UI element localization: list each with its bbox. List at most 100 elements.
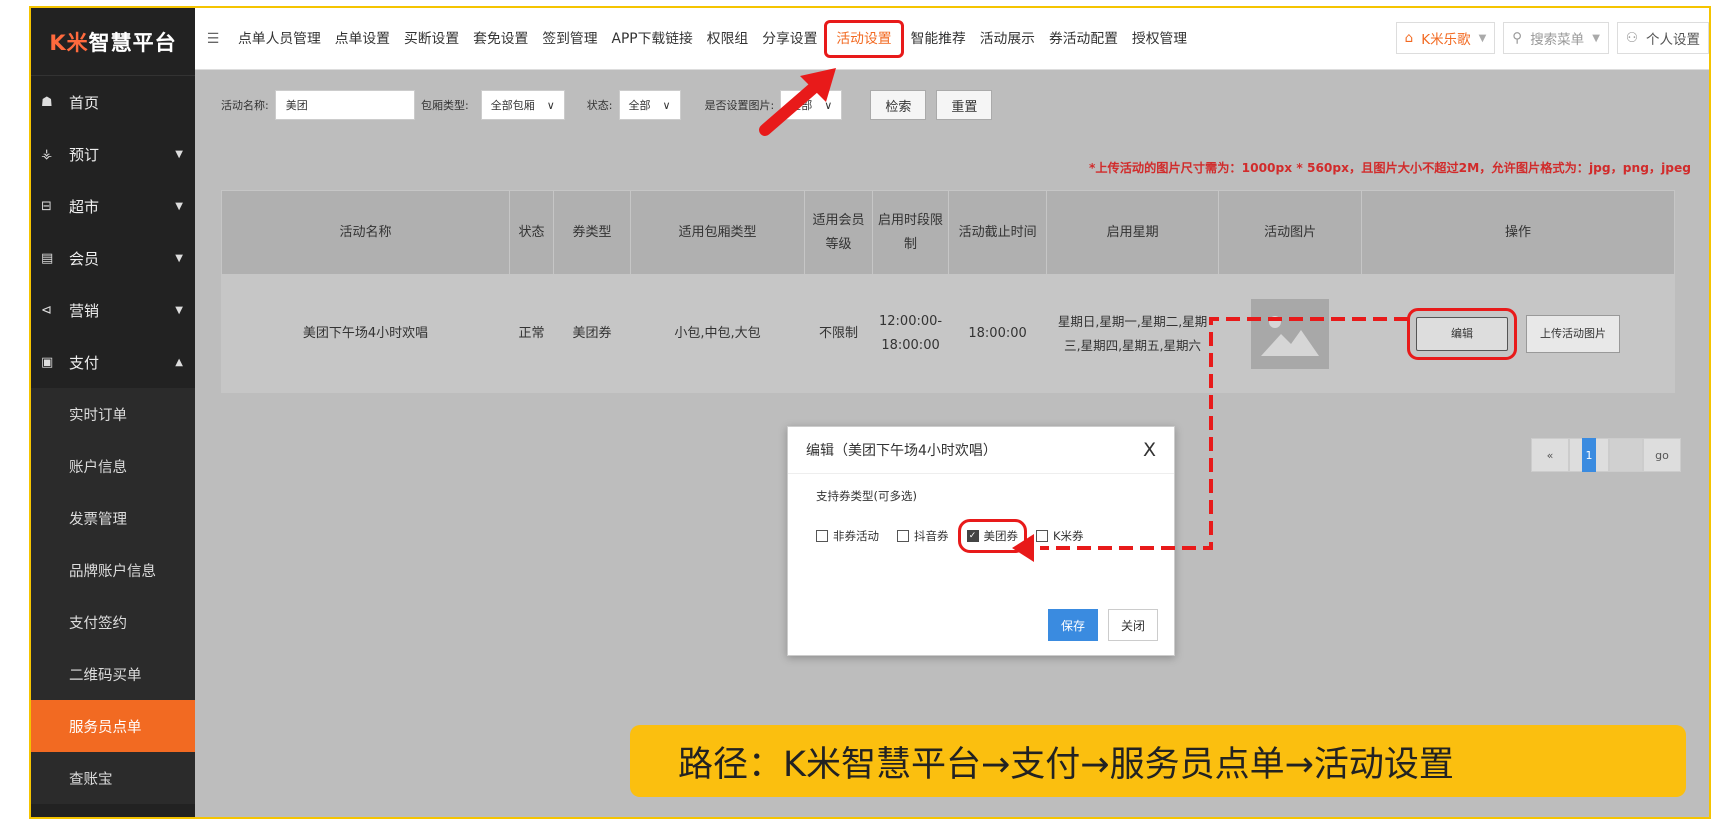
search-button[interactable]: 检索	[870, 90, 927, 120]
checkbox[interactable]	[1036, 530, 1048, 542]
save-button[interactable]: 保存	[1047, 609, 1098, 641]
tab-item[interactable]: 套免设置	[466, 24, 535, 54]
sidebar-subitem[interactable]: 账户信息	[31, 440, 195, 492]
image-set-select[interactable]: 全部 ∨	[780, 90, 843, 120]
basket-icon: ⊟	[41, 198, 52, 214]
tab-item[interactable]: 活动展示	[973, 24, 1042, 54]
menu-search[interactable]: ⚲ 搜索菜单 ▼	[1503, 22, 1609, 54]
table-header-row: 活动名称 状态 券类型 适用包厢类型 适用会员等级 启用时段限制 活动截止时间 启用星期 活动图…	[221, 190, 1675, 275]
cell-period-limit: 12:00:00-18:00:00	[871, 274, 950, 393]
dialog-header: 编辑（美团下午场4小时欢唱） X	[788, 427, 1174, 474]
menu-toggle-icon[interactable]: ☰	[195, 31, 231, 47]
chevron-down-icon: ∨	[824, 98, 833, 112]
dialog-title: 编辑（美团下午场4小时欢唱）	[806, 443, 997, 459]
tab-item[interactable]: 买断设置	[397, 24, 466, 54]
column-header: 操作	[1361, 190, 1675, 275]
top-right-controls: ⌂ K米乐歌 ▼ ⚲ 搜索菜单 ▼ ⚇ 个人设置	[1395, 22, 1709, 54]
page-1-button[interactable]: 1	[1582, 438, 1596, 472]
cell-deadline: 18:00:00	[948, 274, 1048, 393]
page-root: K米 智慧平台 ☗ 首页 ⚶ 预订 ▼ ⊟ 超市 ▼ ▤ 会员 ▼ ⊲ 营销 ▼ ▣ 支付 ▲ 实时订单 账户信息发…	[0, 0, 1730, 830]
coupon-type-section-label: 支持券类型(可多选)	[816, 489, 917, 503]
tab-item[interactable]: 活动设置	[824, 19, 904, 58]
checkbox[interactable]	[816, 530, 828, 542]
tab-item[interactable]: 分享设置	[755, 24, 824, 54]
go-button[interactable]: go	[1643, 438, 1681, 472]
close-button[interactable]: 关闭	[1107, 609, 1158, 641]
tab-item[interactable]: APP下载链接	[605, 24, 700, 54]
sidebar-item-3[interactable]: ▤ 会员 ▼	[31, 232, 195, 284]
chevron-down-icon: ▼	[1478, 32, 1487, 44]
column-header: 状态	[509, 190, 554, 275]
sidebar: K米 智慧平台 ☗ 首页 ⚶ 预订 ▼ ⊟ 超市 ▼ ▤ 会员 ▼ ⊲ 营销 ▼ ▣ 支付 ▲ 实时订单 账户信息发…	[31, 8, 195, 817]
edit-dialog: 编辑（美团下午场4小时欢唱） X 支持券类型(可多选) 非券活动 抖音券 ✓ 美团券 K…	[787, 426, 1175, 656]
column-header: 活动截止时间	[948, 190, 1048, 275]
megaphone-icon: ⊲	[41, 302, 52, 318]
room-type-select[interactable]: 全部包厢 ∨	[480, 90, 565, 120]
path-banner: 路径：K米智慧平台→支付→服务员点单→活动设置	[630, 725, 1686, 797]
prev-page-button[interactable]: «	[1531, 438, 1569, 472]
sidebar-subitem[interactable]: 实时订单	[31, 388, 195, 440]
column-header: 启用星期	[1046, 190, 1220, 275]
coupon-type-option[interactable]: 抖音券	[897, 528, 949, 544]
cell-activity-image	[1218, 274, 1363, 393]
sidebar-subitem[interactable]: 发票管理	[31, 492, 195, 544]
option-label: 美团券	[983, 529, 1019, 543]
cell-room-types: 小包,中包,大包	[630, 274, 805, 393]
sidebar-subitem[interactable]: 品牌账户信息	[31, 544, 195, 596]
top-tabs: 点单人员管理 点单设置 买断设置 套免设置 签到管理 APP下载链接 权限组 分享设置 活动设置…	[231, 19, 1194, 58]
sidebar-subitem[interactable]: 二维码买单	[31, 648, 195, 700]
reservation-icon: ⚶	[41, 146, 53, 162]
column-header: 启用时段限制	[871, 190, 950, 275]
personal-settings-button[interactable]: ⚇ 个人设置	[1616, 22, 1709, 54]
tab-item[interactable]: 权限组	[700, 24, 755, 54]
option-label: 非券活动	[833, 529, 879, 543]
tab-item[interactable]: 点单设置	[328, 24, 397, 54]
tab-item[interactable]: 券活动配置	[1042, 24, 1125, 54]
sidebar-item-label: 会员	[69, 249, 100, 268]
table-row: 美团下午场4小时欢唱 正常 美团券 小包,中包,大包 不限制 12:00:00-…	[221, 274, 1675, 393]
sidebar-item-0[interactable]: ☗ 首页	[31, 76, 195, 128]
sidebar-item-4[interactable]: ⊲ 营销 ▼	[31, 284, 195, 336]
search-icon: ⚲	[1512, 30, 1523, 46]
upload-notice: *上传活动的图片尺寸需为：1000px * 560px，且图片大小不超过2M，允…	[1088, 161, 1691, 175]
status-select[interactable]: 全部 ∨	[618, 90, 681, 120]
store-selector[interactable]: ⌂ K米乐歌 ▼	[1395, 22, 1496, 54]
logo: K米 智慧平台	[31, 8, 195, 76]
option-label: 抖音券	[914, 529, 949, 543]
coupon-type-option[interactable]: K米券	[1036, 528, 1084, 544]
room-type-label: 包厢类型:	[421, 99, 469, 112]
coupon-type-options: 非券活动 抖音券 ✓ 美团券 K米券	[816, 519, 1146, 553]
tab-item[interactable]: 点单人员管理	[231, 24, 328, 54]
home-icon: ⌂	[1404, 30, 1414, 46]
cell-actions: 编辑 上传活动图片	[1361, 274, 1675, 393]
sidebar-nav: ☗ 首页 ⚶ 预订 ▼ ⊟ 超市 ▼ ▤ 会员 ▼ ⊲ 营销 ▼ ▣ 支付 ▲	[31, 76, 195, 388]
cell-activity-name: 美团下午场4小时欢唱	[221, 274, 510, 393]
tab-item[interactable]: 智能推荐	[904, 24, 973, 54]
dialog-footer: 保存 关闭	[1047, 609, 1158, 641]
close-icon[interactable]: X	[1143, 439, 1156, 461]
checkbox[interactable]: ✓	[966, 530, 979, 542]
sidebar-subitem[interactable]: 服务员点单	[31, 700, 195, 752]
reset-button[interactable]: 重置	[936, 90, 993, 120]
sidebar-item-1[interactable]: ⚶ 预订 ▼	[31, 128, 195, 180]
tab-item[interactable]: 签到管理	[535, 24, 604, 54]
column-header: 券类型	[553, 190, 631, 275]
column-header: 活动图片	[1218, 190, 1363, 275]
edit-button[interactable]: 编辑	[1407, 307, 1518, 360]
tab-item[interactable]: 授权管理	[1125, 24, 1194, 54]
page-number-input[interactable]	[1609, 438, 1643, 472]
personal-settings-label: 个人设置	[1646, 32, 1700, 48]
home-icon: ☗	[41, 94, 53, 110]
sidebar-item-5[interactable]: ▣ 支付 ▲	[31, 336, 195, 388]
checkbox[interactable]	[897, 530, 909, 542]
sidebar-subnav: 实时订单 账户信息 发票管理 品牌账户信息 支付签约 二维码买单 服务员点单 查账宝	[31, 388, 195, 804]
coupon-type-option[interactable]: ✓ 美团券	[957, 519, 1027, 553]
sidebar-item-2[interactable]: ⊟ 超市 ▼	[31, 180, 195, 232]
sidebar-subitem[interactable]: 查账宝	[31, 752, 195, 804]
caret-icon: ▼	[175, 304, 183, 316]
sidebar-subitem[interactable]: 支付签约	[31, 596, 195, 648]
image-placeholder-icon	[1251, 298, 1330, 369]
activity-name-input[interactable]: 美团	[274, 90, 415, 120]
coupon-type-option[interactable]: 非券活动	[816, 528, 879, 544]
upload-image-button[interactable]: 上传活动图片	[1526, 314, 1621, 353]
